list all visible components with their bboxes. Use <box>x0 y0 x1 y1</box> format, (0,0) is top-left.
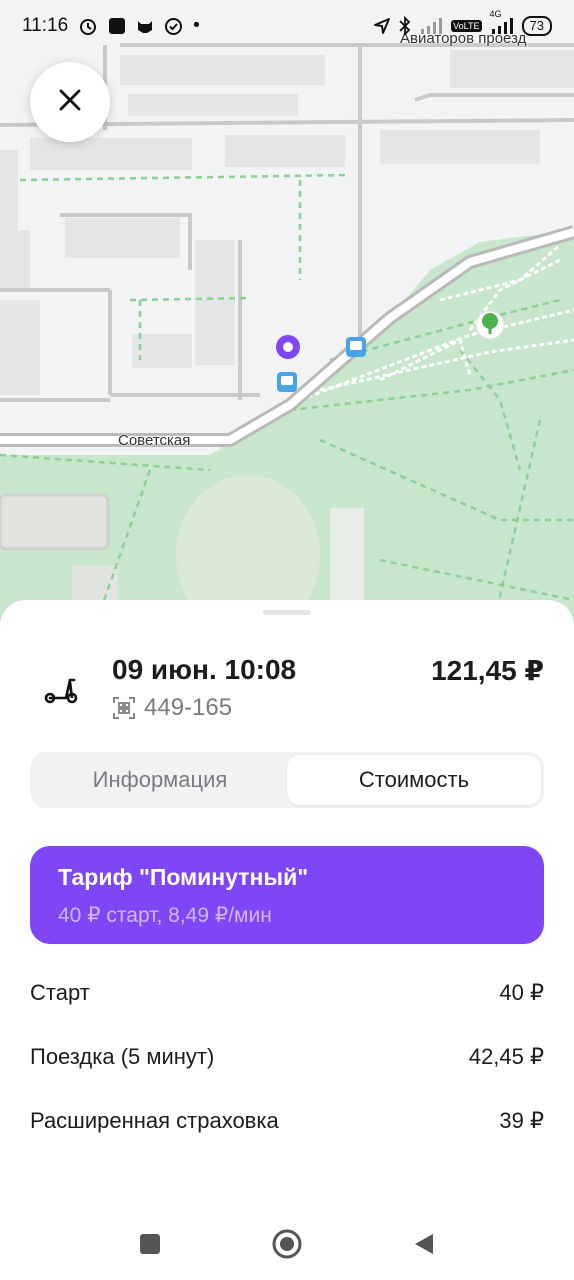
tab-information[interactable]: Информация <box>33 755 287 805</box>
cost-row-insurance: Расширенная страховка 39 ₽ <box>30 1108 544 1172</box>
map-building <box>30 138 192 170</box>
tab-cost[interactable]: Стоимость <box>287 755 541 805</box>
ride-date: 09 июн. 10:08 <box>112 654 297 685</box>
sheet-grabber[interactable] <box>263 610 311 615</box>
cat-icon <box>136 17 154 35</box>
home-button[interactable] <box>271 1229 303 1264</box>
signal-icon: 4G <box>490 9 514 35</box>
status-time: 11:16 <box>22 15 69 36</box>
ride-details-sheet[interactable]: 09 июн. 10:08 449-165 121,45 ₽ Информаци… <box>0 600 574 1280</box>
status-bar: 11:16 • VoLTE 4G 73 <box>0 0 574 52</box>
map-building <box>380 130 540 164</box>
tariff-title: Тариф "Поминутный" <box>58 864 309 890</box>
street-label-sovetskaya: Советская <box>118 432 191 449</box>
info-cost-tabs: Информация Стоимость <box>30 752 544 808</box>
close-button[interactable] <box>30 62 110 142</box>
map-building <box>450 50 574 88</box>
map-building <box>0 300 40 395</box>
cost-label: Поездка (5 минут) <box>30 1044 215 1069</box>
map-building <box>132 334 192 368</box>
scooter-icon <box>44 672 78 706</box>
bluetooth-icon <box>399 16 411 36</box>
battery-indicator: 73 <box>521 16 552 36</box>
ride-summary: 09 июн. 10:08 449-165 121,45 ₽ <box>30 652 544 724</box>
tariff-card: Тариф "Поминутный" 40 ₽ старт, 8,49 ₽/ми… <box>30 846 544 944</box>
app-square-icon <box>108 17 126 35</box>
status-dot: • <box>193 15 200 36</box>
park-tree-icon[interactable] <box>475 310 505 340</box>
recents-square-icon <box>139 1233 161 1260</box>
volte-badge: VoLTE <box>451 20 482 32</box>
map-building <box>0 150 18 230</box>
signal-icon <box>419 17 443 35</box>
system-nav-bar <box>0 1212 574 1280</box>
cost-label: Старт <box>30 980 90 1005</box>
map-building <box>195 240 235 365</box>
cost-row-start: Старт 40 ₽ <box>30 980 544 1044</box>
check-circle-icon <box>164 17 183 36</box>
cost-value: 42,45 ₽ <box>468 1044 544 1069</box>
map-building <box>0 230 30 290</box>
map-building <box>225 135 345 167</box>
scooter-id: 449-165 <box>144 694 233 721</box>
map-building <box>128 94 298 116</box>
location-pin-icon[interactable] <box>276 335 300 359</box>
cost-breakdown: Старт 40 ₽ Поездка (5 минут) 42,45 ₽ Рас… <box>30 980 544 1172</box>
home-circle-icon <box>272 1229 302 1264</box>
map-building <box>120 55 325 85</box>
back-triangle-icon <box>413 1232 435 1261</box>
back-button[interactable] <box>408 1230 440 1262</box>
cost-row-ride: Поездка (5 минут) 42,45 ₽ <box>30 1044 544 1108</box>
recents-button[interactable] <box>134 1230 166 1262</box>
location-arrow-icon <box>373 17 391 35</box>
network-type: 4G <box>489 9 502 19</box>
close-icon <box>57 87 83 118</box>
cost-value: 39 ₽ <box>499 1108 544 1133</box>
map-building <box>330 508 364 608</box>
bus-stop-icon[interactable] <box>346 337 366 357</box>
ride-total-price: 121,45 ₽ <box>431 655 544 686</box>
alarm-icon <box>78 16 98 36</box>
map-building <box>65 218 180 258</box>
map-building <box>0 493 110 551</box>
scooter-id-row: 449-165 <box>112 694 232 722</box>
cost-label: Расширенная страховка <box>30 1108 279 1133</box>
cost-value: 40 ₽ <box>499 980 544 1005</box>
qr-icon <box>112 696 136 720</box>
bus-stop-icon[interactable] <box>277 372 297 392</box>
tariff-subtitle: 40 ₽ старт, 8,49 ₽/мин <box>58 904 272 927</box>
